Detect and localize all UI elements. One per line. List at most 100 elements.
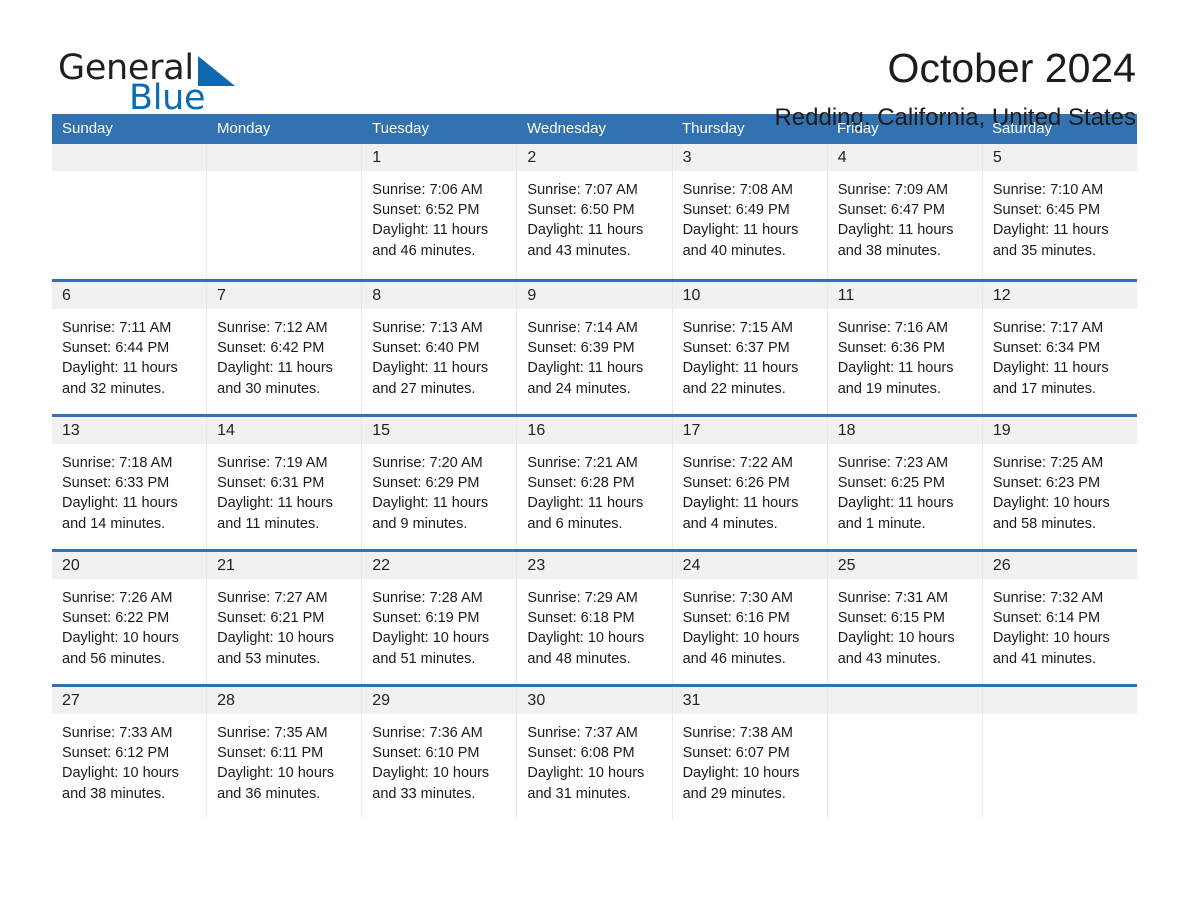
- daylight-duration-line1: Daylight: 11 hours: [682, 222, 799, 239]
- sunrise-time: Sunrise: 7:38 AM: [682, 725, 793, 741]
- day-number: 13: [52, 417, 207, 444]
- day-number: 20: [52, 552, 207, 579]
- daylight-duration-line1: Daylight: 11 hours: [837, 222, 954, 239]
- sunset-time: Sunset: 6:10 PM: [372, 745, 480, 762]
- daylight-duration-line2: and 17 minutes.: [992, 380, 1097, 397]
- calendar-day-cell[interactable]: 21 Sunrise: 7:27 AM Sunset: 6:21 PM Dayligh…: [207, 552, 363, 684]
- calendar-day-cell[interactable]: 4 Sunrise: 7:09 AM Sunset: 6:47 PM Daylight…: [827, 144, 983, 279]
- daylight-duration-line1: Daylight: 10 hours: [217, 765, 335, 782]
- sunrise-time: Sunrise: 7:09 AM: [837, 182, 949, 198]
- calendar-day-cell[interactable]: 12 Sunrise: 7:17 AM Sunset: 6:34 PM Dayligh…: [982, 282, 1137, 414]
- day-details: Sunrise: 7:23 AM Sunset: 6:25 PM Daylight:…: [828, 444, 982, 534]
- calendar-day-cell[interactable]: 8 Sunrise: 7:13 AM Sunset: 6:40 PM Daylight…: [362, 282, 518, 414]
- day-details: Sunrise: 7:10 AM Sunset: 6:45 PM Daylight:…: [983, 171, 1137, 261]
- daylight-duration-line1: Daylight: 10 hours: [837, 630, 955, 647]
- calendar-day-cell[interactable]: 1 Sunrise: 7:06 AM Sunset: 6:52 PM Daylight…: [362, 144, 518, 279]
- day-number: 26: [982, 552, 1137, 579]
- sunrise-time: Sunrise: 7:30 AM: [682, 590, 793, 606]
- day-details: Sunrise: 7:13 AM Sunset: 6:40 PM Daylight:…: [362, 309, 516, 399]
- day-details: Sunrise: 7:36 AM Sunset: 6:10 PM Daylight:…: [362, 714, 516, 804]
- sunrise-time: Sunrise: 7:12 AM: [217, 320, 328, 336]
- daylight-duration-line1: Daylight: 11 hours: [62, 360, 178, 377]
- calendar-day-cell[interactable]: 7 Sunrise: 7:12 AM Sunset: 6:42 PM Daylight…: [207, 282, 363, 414]
- weekday-header-wednesday: Wednesday: [527, 120, 606, 137]
- day-number: 5: [982, 144, 1137, 171]
- day-details: Sunrise: 7:31 AM Sunset: 6:15 PM Daylight:…: [828, 579, 982, 669]
- calendar-day-cell[interactable]: 16 Sunrise: 7:21 AM Sunset: 6:28 PM Dayligh…: [517, 417, 673, 549]
- sunset-time: Sunset: 6:37 PM: [682, 340, 790, 357]
- sunrise-time: Sunrise: 7:25 AM: [992, 455, 1104, 471]
- calendar-day-cell[interactable]: 18 Sunrise: 7:23 AM Sunset: 6:25 PM Dayligh…: [827, 417, 983, 549]
- calendar-day-cell[interactable]: 26 Sunrise: 7:32 AM Sunset: 6:14 PM Dayligh…: [982, 552, 1137, 684]
- logo-word-blue: Blue: [129, 78, 206, 118]
- daylight-duration-line1: Daylight: 11 hours: [837, 360, 954, 377]
- calendar-day-cell[interactable]: 9 Sunrise: 7:14 AM Sunset: 6:39 PM Daylight…: [517, 282, 673, 414]
- day-details: Sunrise: 7:33 AM Sunset: 6:12 PM Daylight:…: [52, 714, 206, 804]
- day-details: Sunrise: 7:30 AM Sunset: 6:16 PM Daylight:…: [673, 579, 827, 669]
- sunrise-time: Sunrise: 7:10 AM: [992, 182, 1104, 198]
- daylight-duration-line1: Daylight: 10 hours: [217, 630, 335, 647]
- calendar-week-row: 20 Sunrise: 7:26 AM Sunset: 6:22 PM Dayligh…: [52, 549, 1137, 684]
- sunrise-time: Sunrise: 7:32 AM: [992, 590, 1104, 606]
- calendar-day-cell[interactable]: 5 Sunrise: 7:10 AM Sunset: 6:45 PM Daylight…: [982, 144, 1137, 279]
- day-details: Sunrise: 7:16 AM Sunset: 6:36 PM Daylight:…: [828, 309, 982, 399]
- calendar-grid: Sunday Monday Tuesday Wednesday Thursday…: [52, 114, 1137, 819]
- calendar-day-cell[interactable]: 28 Sunrise: 7:35 AM Sunset: 6:11 PM Dayligh…: [207, 687, 363, 819]
- calendar-day-cell[interactable]: 14 Sunrise: 7:19 AM Sunset: 6:31 PM Dayligh…: [207, 417, 363, 549]
- sunset-time: Sunset: 6:50 PM: [527, 202, 635, 219]
- calendar-day-cell[interactable]: 19 Sunrise: 7:25 AM Sunset: 6:23 PM Dayligh…: [982, 417, 1137, 549]
- calendar-day-cell[interactable]: 23 Sunrise: 7:29 AM Sunset: 6:18 PM Dayligh…: [517, 552, 673, 684]
- calendar-day-cell[interactable]: 25 Sunrise: 7:31 AM Sunset: 6:15 PM Dayligh…: [827, 552, 983, 684]
- weekday-header-thursday: Thursday: [682, 120, 745, 137]
- daylight-duration-line2: and 43 minutes.: [837, 650, 941, 667]
- sunrise-time: Sunrise: 7:17 AM: [992, 320, 1104, 336]
- calendar-day-cell[interactable]: 11 Sunrise: 7:16 AM Sunset: 6:36 PM Dayligh…: [827, 282, 983, 414]
- sunrise-time: Sunrise: 7:37 AM: [527, 725, 638, 741]
- daylight-duration-line2: and 19 minutes.: [837, 380, 941, 397]
- weekday-header-tuesday: Tuesday: [372, 120, 429, 137]
- daylight-duration-line1: Daylight: 11 hours: [682, 495, 799, 512]
- day-number: 14: [207, 417, 362, 444]
- calendar-day-cell[interactable]: 22 Sunrise: 7:28 AM Sunset: 6:19 PM Dayligh…: [362, 552, 518, 684]
- sunrise-time: Sunrise: 7:22 AM: [682, 455, 793, 471]
- day-number: [52, 144, 207, 171]
- calendar-day-cell[interactable]: 3 Sunrise: 7:08 AM Sunset: 6:49 PM Daylight…: [672, 144, 828, 279]
- page-title: October 2024: [887, 45, 1136, 91]
- calendar-day-cell[interactable]: 10 Sunrise: 7:15 AM Sunset: 6:37 PM Dayligh…: [672, 282, 828, 414]
- daylight-duration-line1: Daylight: 11 hours: [217, 360, 333, 377]
- daylight-duration-line1: Daylight: 11 hours: [372, 495, 489, 512]
- sunrise-time: Sunrise: 7:23 AM: [837, 455, 949, 471]
- daylight-duration-line1: Daylight: 11 hours: [217, 495, 333, 512]
- daylight-duration-line1: Daylight: 11 hours: [62, 495, 178, 512]
- daylight-duration-line1: Daylight: 10 hours: [682, 765, 800, 782]
- calendar-day-cell[interactable]: 24 Sunrise: 7:30 AM Sunset: 6:16 PM Dayligh…: [672, 552, 828, 684]
- sunset-time: Sunset: 6:26 PM: [682, 475, 790, 492]
- sunset-time: Sunset: 6:22 PM: [62, 610, 170, 627]
- general-blue-logo: General Blue: [52, 44, 252, 118]
- calendar-day-cell[interactable]: 2 Sunrise: 7:07 AM Sunset: 6:50 PM Daylight…: [517, 144, 673, 279]
- daylight-duration-line1: Daylight: 11 hours: [527, 360, 644, 377]
- calendar-day-cell[interactable]: 30 Sunrise: 7:37 AM Sunset: 6:08 PM Dayligh…: [517, 687, 673, 819]
- calendar-day-cell[interactable]: 15 Sunrise: 7:20 AM Sunset: 6:29 PM Dayligh…: [362, 417, 518, 549]
- calendar-day-cell[interactable]: 29 Sunrise: 7:36 AM Sunset: 6:10 PM Dayligh…: [362, 687, 518, 819]
- daylight-duration-line2: and 1 minute.: [837, 515, 926, 532]
- day-details: Sunrise: 7:35 AM Sunset: 6:11 PM Daylight:…: [207, 714, 361, 804]
- daylight-duration-line2: and 6 minutes.: [527, 515, 623, 532]
- daylight-duration-line1: Daylight: 11 hours: [527, 495, 644, 512]
- calendar-day-cell[interactable]: 27 Sunrise: 7:33 AM Sunset: 6:12 PM Dayligh…: [52, 687, 208, 819]
- calendar-day-cell[interactable]: 6 Sunrise: 7:11 AM Sunset: 6:44 PM Daylight…: [52, 282, 208, 414]
- calendar-day-cell[interactable]: 17 Sunrise: 7:22 AM Sunset: 6:26 PM Dayligh…: [672, 417, 828, 549]
- calendar-day-cell[interactable]: 20 Sunrise: 7:26 AM Sunset: 6:22 PM Dayligh…: [52, 552, 208, 684]
- sunset-time: Sunset: 6:14 PM: [992, 610, 1101, 627]
- daylight-duration-line2: and 14 minutes.: [62, 515, 166, 532]
- calendar-week-row: 6 Sunrise: 7:11 AM Sunset: 6:44 PM Daylight…: [52, 279, 1137, 414]
- day-details: Sunrise: 7:29 AM Sunset: 6:18 PM Daylight:…: [517, 579, 671, 669]
- calendar-day-cell[interactable]: 13 Sunrise: 7:18 AM Sunset: 6:33 PM Dayligh…: [52, 417, 208, 549]
- day-details: Sunrise: 7:38 AM Sunset: 6:07 PM Daylight:…: [673, 714, 827, 804]
- day-number: 2: [517, 144, 672, 171]
- daylight-duration-line1: Daylight: 10 hours: [992, 495, 1110, 512]
- day-number: 12: [982, 282, 1137, 309]
- calendar-day-cell[interactable]: 31 Sunrise: 7:38 AM Sunset: 6:07 PM Dayligh…: [672, 687, 828, 819]
- sunset-time: Sunset: 6:44 PM: [62, 340, 170, 357]
- day-details: Sunrise: 7:15 AM Sunset: 6:37 PM Daylight:…: [673, 309, 827, 399]
